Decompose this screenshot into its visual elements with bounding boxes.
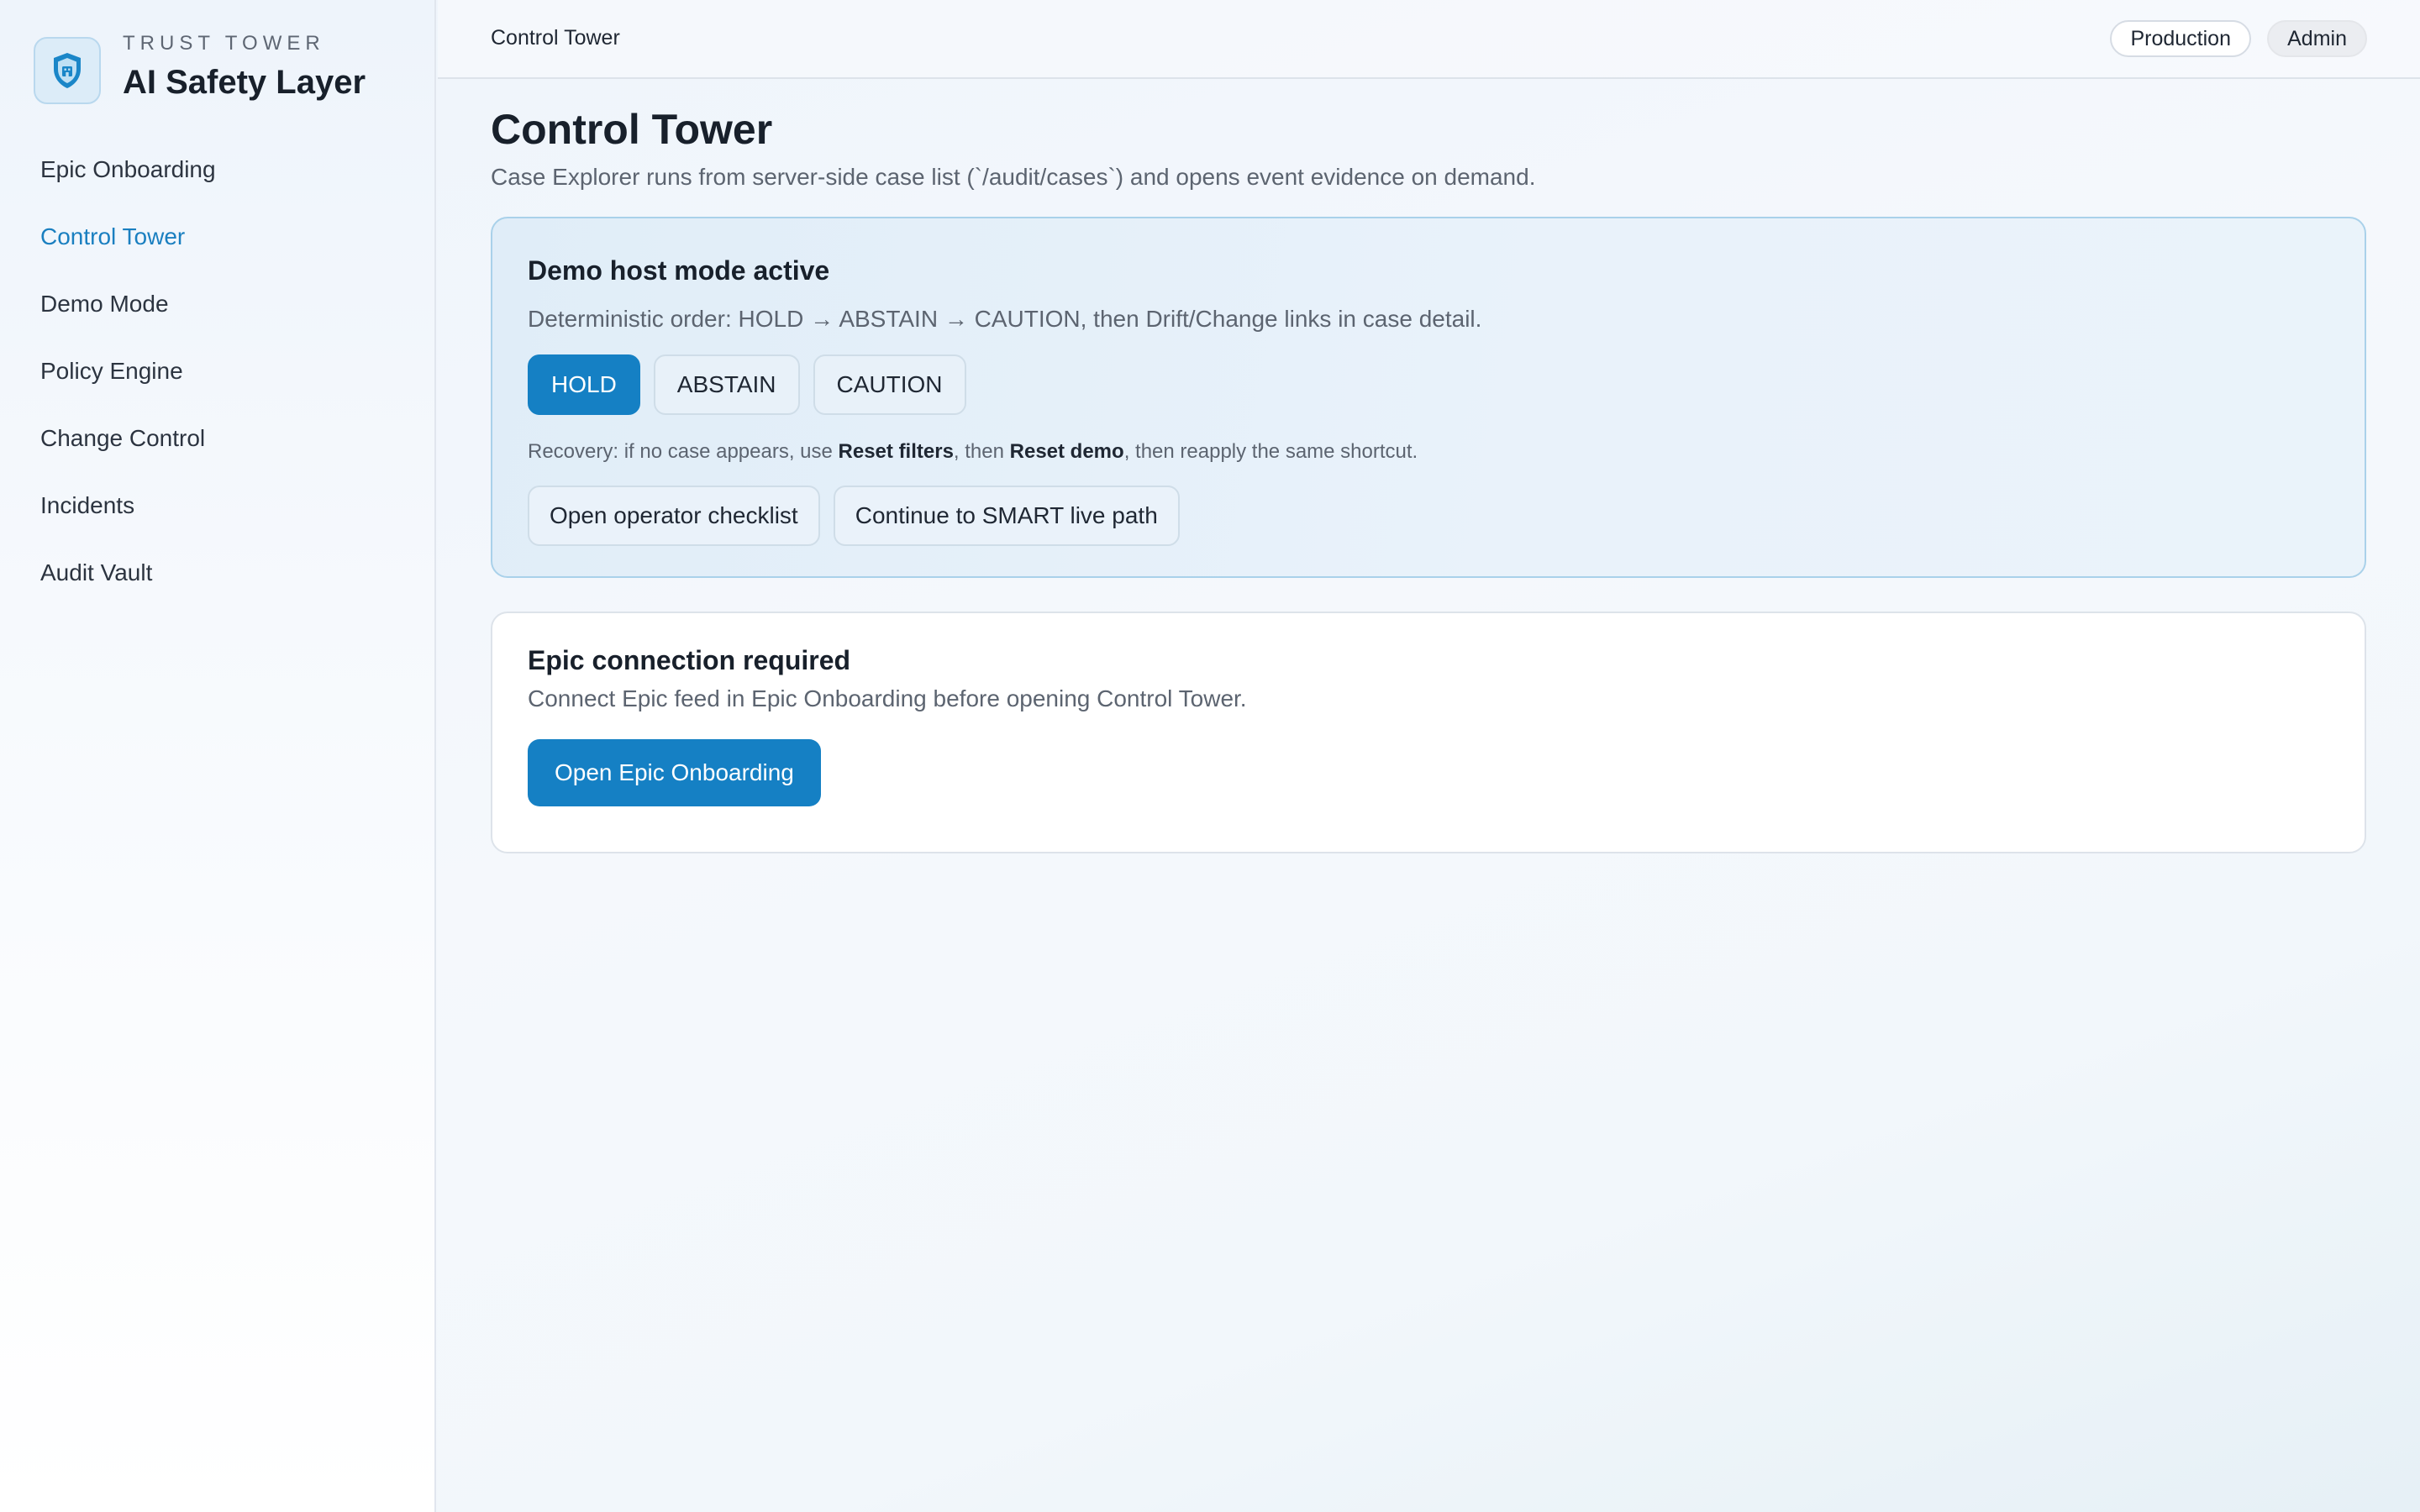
epic-connection-card: Epic connection required Connect Epic fe… [491, 612, 2366, 853]
caution-shortcut-button[interactable]: CAUTION [813, 354, 966, 415]
brand: TRUST TOWER AI Safety Layer [34, 30, 366, 104]
open-operator-checklist-button[interactable]: Open operator checklist [528, 486, 820, 546]
open-epic-onboarding-button[interactable]: Open Epic Onboarding [528, 739, 821, 806]
topbar: Control Tower Production Admin [438, 0, 2420, 79]
demo-card-description: Deterministic order: HOLD → ABSTAIN → CA… [528, 306, 1482, 332]
brand-title: AI Safety Layer [123, 64, 366, 101]
role-badge[interactable]: Admin [2267, 20, 2367, 57]
recovery-hint: Recovery: if no case appears, use Reset … [528, 438, 2329, 465]
breadcrumb: Control Tower [491, 26, 620, 50]
continue-smart-live-path-button[interactable]: Continue to SMART live path [833, 486, 1180, 546]
hold-shortcut-button[interactable]: HOLD [528, 354, 640, 415]
sidebar-item-policy-engine[interactable]: Policy Engine [40, 351, 216, 418]
reset-filters-label: Reset filters [838, 440, 954, 463]
demo-mode-card: Demo host mode active Deterministic orde… [491, 217, 2366, 578]
environment-badge[interactable]: Production [2110, 20, 2251, 57]
sidebar-item-audit-vault[interactable]: Audit Vault [40, 553, 216, 620]
epic-card-description: Connect Epic feed in Epic Onboarding bef… [528, 685, 1247, 711]
abstain-shortcut-button[interactable]: ABSTAIN [653, 354, 800, 415]
sidebar-nav: Epic Onboarding Control Tower Demo Mode … [40, 150, 216, 620]
sidebar-item-control-tower[interactable]: Control Tower [40, 217, 216, 284]
main-content: Control Tower Case Explorer runs from se… [491, 79, 2366, 853]
recovery-prefix: Recovery: if no case appears, use [528, 440, 839, 463]
sidebar-item-change-control[interactable]: Change Control [40, 418, 216, 486]
demo-actions: Open operator checklist Continue to SMAR… [528, 486, 2329, 546]
shortcut-group: HOLD ABSTAIN CAUTION [528, 354, 2329, 415]
reset-demo-label: Reset demo [1009, 440, 1124, 463]
sidebar-item-epic-onboarding[interactable]: Epic Onboarding [40, 150, 216, 217]
shield-icon [34, 37, 101, 104]
brand-eyebrow: TRUST TOWER [123, 32, 325, 55]
epic-card-title: Epic connection required [528, 645, 851, 675]
sidebar: TRUST TOWER AI Safety Layer Epic Onboard… [0, 0, 436, 1512]
page-title: Control Tower [491, 106, 773, 153]
recovery-middle: , then [953, 440, 1010, 463]
recovery-suffix: , then reapply the same shortcut. [1123, 440, 1418, 463]
sidebar-item-incidents[interactable]: Incidents [40, 486, 216, 553]
page-subtitle: Case Explorer runs from server-side case… [491, 164, 1536, 190]
sidebar-item-demo-mode[interactable]: Demo Mode [40, 284, 216, 351]
demo-card-title: Demo host mode active [528, 255, 830, 286]
